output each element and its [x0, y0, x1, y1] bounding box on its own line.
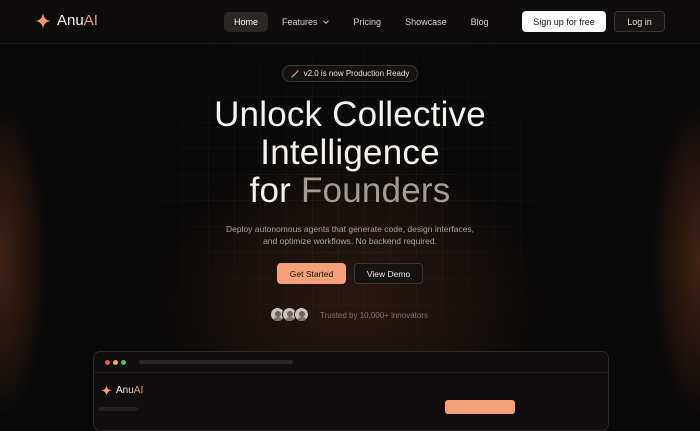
hero-subtitle-line1: Deploy autonomous agents that generate c…	[225, 224, 475, 234]
preview-brand: AnuAI	[101, 385, 143, 396]
nav-showcase[interactable]: Showcase	[395, 12, 457, 32]
badge-text: v2.0 is now Production Ready	[303, 69, 410, 78]
nav-features[interactable]: Features	[272, 12, 340, 32]
hero-headline-line2: Intelligence	[260, 133, 440, 172]
headline-highlight: Founders	[300, 171, 451, 210]
signup-button[interactable]: Sign up for free	[522, 11, 606, 32]
chevron-down-icon	[322, 20, 329, 25]
trusted-text: Trusted by 10,000+ innovators	[320, 311, 428, 320]
sparkle-logo-icon	[101, 385, 112, 396]
version-badge[interactable]: v2.0 is now Production Ready	[282, 65, 418, 82]
nav-blog[interactable]: Blog	[461, 12, 499, 32]
hero-headline-line1: Unlock Collective	[214, 95, 486, 134]
nav-home[interactable]: Home	[224, 12, 269, 32]
hero-headline-line3: for Founders	[249, 171, 451, 210]
brand-logo[interactable]: AnuAI	[35, 12, 98, 29]
magic-wand-icon	[290, 69, 299, 78]
top-navbar: AnuAI Home Features Pricing Showcase Blo…	[0, 0, 700, 44]
window-titlebar	[94, 352, 608, 373]
preview-sidebar-placeholder	[98, 407, 138, 411]
window-close-dot	[105, 360, 110, 365]
window-maximize-dot	[121, 360, 126, 365]
brand-name: AnuAI	[57, 12, 98, 29]
nav-pricing[interactable]: Pricing	[344, 12, 392, 32]
get-started-button[interactable]: Get Started	[277, 263, 346, 284]
window-minimize-dot	[113, 360, 118, 365]
view-demo-button[interactable]: View Demo	[354, 263, 423, 284]
address-bar-placeholder	[139, 360, 293, 364]
preview-brand-name: AnuAI	[116, 385, 144, 396]
nav-links: Home Features Pricing Showcase Blog	[224, 12, 499, 32]
preview-accent-button	[445, 400, 515, 414]
hero-subtitle-line2: and optimize workflows. No backend requi…	[263, 236, 437, 246]
avatar-icon	[294, 307, 309, 322]
app-preview-window: AnuAI	[93, 351, 609, 431]
avatar-stack	[270, 307, 312, 323]
login-button[interactable]: Log in	[614, 11, 665, 32]
sparkle-logo-icon	[35, 12, 51, 29]
